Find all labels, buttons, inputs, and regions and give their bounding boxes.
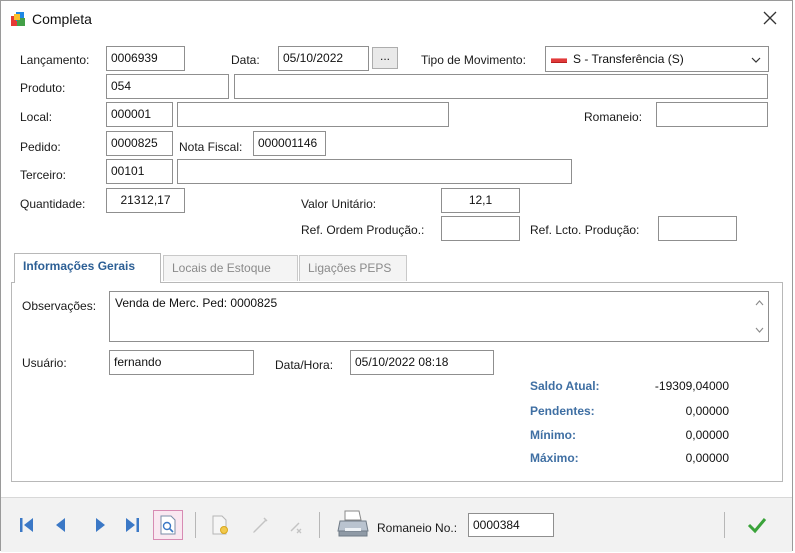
tab-locais-de-estoque[interactable]: Locais de Estoque [163,255,298,281]
minimo-label: Mínimo: [530,428,576,442]
terceiro-description-field[interactable] [177,159,572,184]
local-label: Local: [20,110,53,124]
produto-code-field[interactable]: 054 [106,74,229,99]
close-icon [763,11,777,25]
toolbar-separator [195,512,196,538]
quantidade-label: Quantidade: [20,197,86,211]
valor-unitario-field[interactable]: 12,1 [441,188,520,213]
nota-fiscal-field[interactable]: 000001146 [253,131,326,156]
terceiro-label: Terceiro: [20,168,67,182]
toolbar-separator [724,512,725,538]
title-bar: Completa [1,1,792,35]
ref-lcto-producao-label: Ref. Lcto. Produção: [530,223,640,237]
flag-icon [551,58,567,63]
maximo-label: Máximo: [530,451,579,465]
tab-ligacoes-peps[interactable]: Ligações PEPS [299,255,407,281]
pendentes-label: Pendentes: [530,404,595,418]
checkmark-icon [747,518,767,534]
observacoes-label: Observações: [22,299,97,313]
data-field[interactable]: 05/10/2022 [278,46,369,71]
last-record-button[interactable] [119,512,145,538]
saldo-atual-value: -19309,04000 [654,379,729,393]
romaneio-field[interactable] [656,102,768,127]
quantidade-field[interactable]: 21312,17 [106,188,185,213]
scroll-down-icon [755,327,764,333]
print-button[interactable] [335,508,371,540]
cancel-edit-icon [290,522,302,534]
tipo-movimento-value: S - Transferência (S) [573,52,684,66]
document-search-icon [160,515,176,535]
printer-icon [337,510,369,537]
local-description-field[interactable] [177,102,449,127]
next-record-button[interactable] [87,512,113,538]
first-record-icon [20,518,33,532]
scroll-up-icon [755,300,764,306]
produto-description-field[interactable] [234,74,768,99]
new-document-icon [212,515,228,535]
romaneio-no-label: Romaneio No.: [377,521,458,535]
next-record-icon [96,518,105,532]
observacoes-text: Venda de Merc. Ped: 0000825 [115,296,278,310]
pedido-label: Pedido: [20,140,61,154]
previous-record-button[interactable] [48,512,74,538]
dialog-window: Completa Lançamento: 0006939 Data: 05/10… [0,0,793,552]
first-record-button[interactable] [14,512,40,538]
app-icon [11,12,25,26]
tipo-movimento-select[interactable]: S - Transferência (S) [545,46,769,72]
edit-record-button[interactable] [247,512,273,538]
new-record-button[interactable] [207,512,233,538]
memo-scrollbar[interactable] [751,292,768,341]
minimo-value: 0,00000 [685,428,729,442]
tab-informacoes-gerais[interactable]: Informações Gerais [14,253,161,283]
window-title: Completa [32,11,92,27]
produto-label: Produto: [20,81,66,95]
last-record-icon [126,518,139,532]
search-record-button[interactable] [153,510,183,540]
cancel-edit-button[interactable] [283,512,309,538]
terceiro-code-field[interactable]: 00101 [106,159,173,184]
romaneio-label: Romaneio: [584,110,643,124]
romaneio-no-field[interactable]: 0000384 [468,513,554,537]
data-label: Data: [231,53,260,67]
data-hora-label: Data/Hora: [275,358,334,372]
date-picker-button[interactable]: ... [372,47,398,69]
lancamento-label: Lançamento: [20,53,90,67]
lancamento-field[interactable]: 0006939 [106,46,185,71]
edit-pencil-icon [253,517,268,533]
nota-fiscal-label: Nota Fiscal: [179,140,243,154]
ref-ordem-producao-label: Ref. Ordem Produção.: [301,223,425,237]
valor-unitario-label: Valor Unitário: [301,197,377,211]
toolbar-separator [319,512,320,538]
usuario-field[interactable]: fernando [109,350,254,375]
ref-lcto-producao-field[interactable] [658,216,737,241]
confirm-button[interactable] [742,512,772,538]
pendentes-value: 0,00000 [685,404,729,418]
ref-ordem-producao-field[interactable] [441,216,520,241]
data-hora-field[interactable]: 05/10/2022 08:18 [350,350,494,375]
local-code-field[interactable]: 000001 [106,102,173,127]
maximo-value: 0,00000 [685,451,729,465]
chevron-down-icon [751,57,761,63]
close-button[interactable] [754,5,786,31]
observacoes-field[interactable]: Venda de Merc. Ped: 0000825 [109,291,769,342]
usuario-label: Usuário: [22,356,67,370]
tipo-movimento-label: Tipo de Movimento: [421,53,526,67]
previous-record-icon [56,518,65,532]
pedido-field[interactable]: 0000825 [106,131,173,156]
saldo-atual-label: Saldo Atual: [530,379,600,393]
